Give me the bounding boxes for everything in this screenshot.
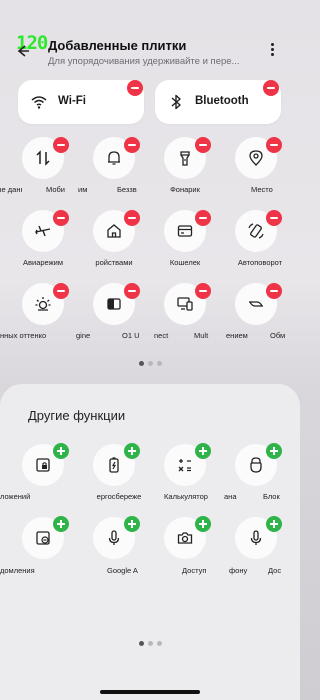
tile-label: Дос: [268, 566, 282, 575]
tile-label: Кошелек: [169, 258, 201, 267]
wifi-tile[interactable]: Wi-Fi: [18, 80, 144, 124]
add-tile-button[interactable]: [124, 443, 140, 459]
mic-icon: [108, 530, 120, 545]
screen-lock-icon: [250, 457, 262, 473]
page-indicator: [0, 641, 300, 646]
tile-label: Google A: [107, 566, 138, 575]
remove-tile-button[interactable]: [195, 137, 211, 153]
page-subtitle: Для упорядочивания удерживайте и пере...: [48, 56, 240, 67]
add-tile-button[interactable]: [195, 443, 211, 459]
remove-tile-button[interactable]: [195, 283, 211, 299]
tile-label: Беззв: [117, 185, 137, 194]
remove-bluetooth-button[interactable]: [263, 80, 279, 96]
add-tile-button[interactable]: [53, 516, 69, 532]
tile-label: Калькулятор: [164, 492, 208, 501]
add-tile-button[interactable]: [124, 516, 140, 532]
flashlight-icon: [180, 151, 190, 166]
wifi-icon: [31, 96, 47, 109]
tile-label: Автоповорот: [237, 258, 283, 267]
tile-label: ергосбереже: [96, 492, 142, 501]
remove-tile-button[interactable]: [53, 137, 69, 153]
add-tile-button[interactable]: [53, 443, 69, 459]
split-screen-icon: [107, 298, 121, 310]
airplane-icon: [35, 225, 51, 237]
bluetooth-icon: [171, 94, 181, 110]
autorotate-icon: [248, 223, 264, 239]
tile-label: ложений: [0, 492, 31, 501]
tile-label: gine: [76, 331, 91, 340]
bell-icon: [108, 151, 120, 165]
page-indicator: [0, 361, 300, 366]
camera-icon: [177, 532, 193, 544]
remove-tile-button[interactable]: [266, 283, 282, 299]
remove-wifi-button[interactable]: [127, 80, 143, 96]
remove-tile-button[interactable]: [195, 210, 211, 226]
tile-label: нных оттенко: [0, 331, 47, 340]
bluetooth-label: Bluetooth: [195, 95, 249, 107]
wallet-icon: [177, 225, 193, 237]
mic-icon: [250, 530, 262, 545]
tile-label: домления: [0, 566, 35, 575]
eye-comfort-icon: [35, 297, 51, 311]
tile-label: им: [78, 185, 88, 194]
add-tile-button[interactable]: [195, 516, 211, 532]
remove-tile-button[interactable]: [266, 210, 282, 226]
tile-label: Mult: [194, 331, 209, 340]
notifications-icon: [36, 531, 50, 545]
location-icon: [249, 150, 263, 166]
remove-tile-button[interactable]: [266, 137, 282, 153]
tile-label: Обм: [270, 331, 286, 340]
tile-label: ройствами: [95, 258, 133, 267]
tile-label: Авиарежим: [23, 258, 63, 267]
battery-saver-icon: [109, 457, 119, 473]
remove-tile-button[interactable]: [124, 137, 140, 153]
tile-label: nect: [154, 331, 169, 340]
tile-label: O1 U: [122, 331, 140, 340]
page-title: Добавленные плитки: [48, 38, 187, 53]
home-icon: [107, 224, 121, 238]
share-icon: [249, 301, 263, 307]
tile-label: ением: [226, 331, 248, 340]
add-tile-button[interactable]: [266, 443, 282, 459]
app-lock-icon: [36, 458, 50, 472]
tile-label: ные данные: [0, 185, 22, 194]
calculator-icon: [178, 459, 191, 472]
other-functions-title: Другие функции: [28, 408, 126, 423]
back-arrow-icon[interactable]: [16, 44, 30, 58]
remove-tile-button[interactable]: [124, 210, 140, 226]
home-indicator[interactable]: [100, 690, 200, 694]
remove-tile-button[interactable]: [124, 283, 140, 299]
wifi-label: Wi-Fi: [58, 95, 86, 107]
tile-label: Доступ: [182, 566, 207, 575]
remove-tile-button[interactable]: [53, 283, 69, 299]
add-tile-button[interactable]: [266, 516, 282, 532]
tile-label: ана: [224, 492, 237, 501]
multiscreen-icon: [177, 297, 193, 311]
tile-label: фону: [229, 566, 248, 575]
tile-label: Моби: [46, 185, 65, 194]
tile-label: Место: [251, 185, 273, 194]
tile-label: Фонарик: [170, 185, 200, 194]
more-menu-icon[interactable]: [268, 42, 276, 58]
remove-tile-button[interactable]: [53, 210, 69, 226]
mobile-data-icon: [36, 150, 50, 166]
tile-label: Блок: [263, 492, 280, 501]
